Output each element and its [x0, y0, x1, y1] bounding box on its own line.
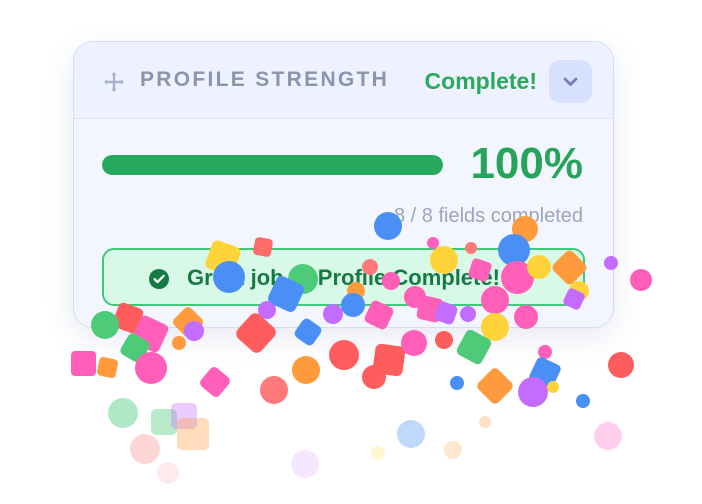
confetti-piece [108, 398, 138, 428]
confetti-piece [329, 340, 359, 370]
confetti-piece [362, 365, 386, 389]
success-text: Great job — Profile Complete! [187, 265, 500, 290]
confetti-piece [435, 331, 453, 349]
confetti-piece [401, 330, 427, 356]
confetti-piece [455, 328, 493, 366]
confetti-piece [157, 462, 179, 484]
confetti-piece [292, 356, 320, 384]
confetti-piece [547, 381, 559, 393]
confetti-piece [527, 355, 563, 391]
confetti-piece [198, 365, 232, 399]
fields-completed-text: 8 / 8 fields completed [394, 205, 583, 227]
confetti-piece [96, 356, 119, 379]
confetti-piece [576, 394, 590, 408]
complete-status-label: Complete! [424, 68, 537, 94]
confetti-piece [260, 376, 288, 404]
progress-fill [102, 155, 443, 175]
confetti-piece [171, 403, 197, 429]
drag-handle-icon[interactable] [102, 70, 126, 94]
confetti-piece [630, 269, 652, 291]
confetti-piece [475, 366, 515, 406]
confetti-piece [291, 450, 319, 478]
confetti-piece [444, 441, 462, 459]
confetti-piece [118, 331, 152, 365]
confetti-piece [397, 420, 425, 448]
profile-strength-card: PROFILE STRENGTH Complete! 100% 8 / 8 fi… [73, 41, 614, 328]
card-header: PROFILE STRENGTH Complete! [74, 42, 613, 119]
confetti-piece [172, 336, 186, 350]
chevron-button[interactable] [549, 60, 592, 103]
confetti-piece [608, 352, 634, 378]
confetti-piece [518, 377, 548, 407]
confetti-piece [177, 418, 209, 450]
confetti-piece [130, 434, 160, 464]
confetti-piece [479, 416, 491, 428]
card-title: PROFILE STRENGTH [140, 68, 390, 91]
check-circle-icon [149, 269, 169, 289]
confetti-piece [450, 376, 464, 390]
success-banner: Great job — Profile Complete! [102, 248, 585, 306]
confetti-piece [151, 409, 177, 435]
confetti-piece [135, 352, 167, 384]
confetti-piece [71, 351, 96, 376]
chevron-down-icon [563, 77, 578, 86]
profile-progress-bar [102, 155, 443, 175]
confetti-piece [372, 343, 406, 377]
confetti-piece [538, 345, 552, 359]
confetti-piece [594, 422, 622, 450]
confetti-piece [371, 446, 385, 460]
progress-percent: 100% [470, 139, 583, 188]
